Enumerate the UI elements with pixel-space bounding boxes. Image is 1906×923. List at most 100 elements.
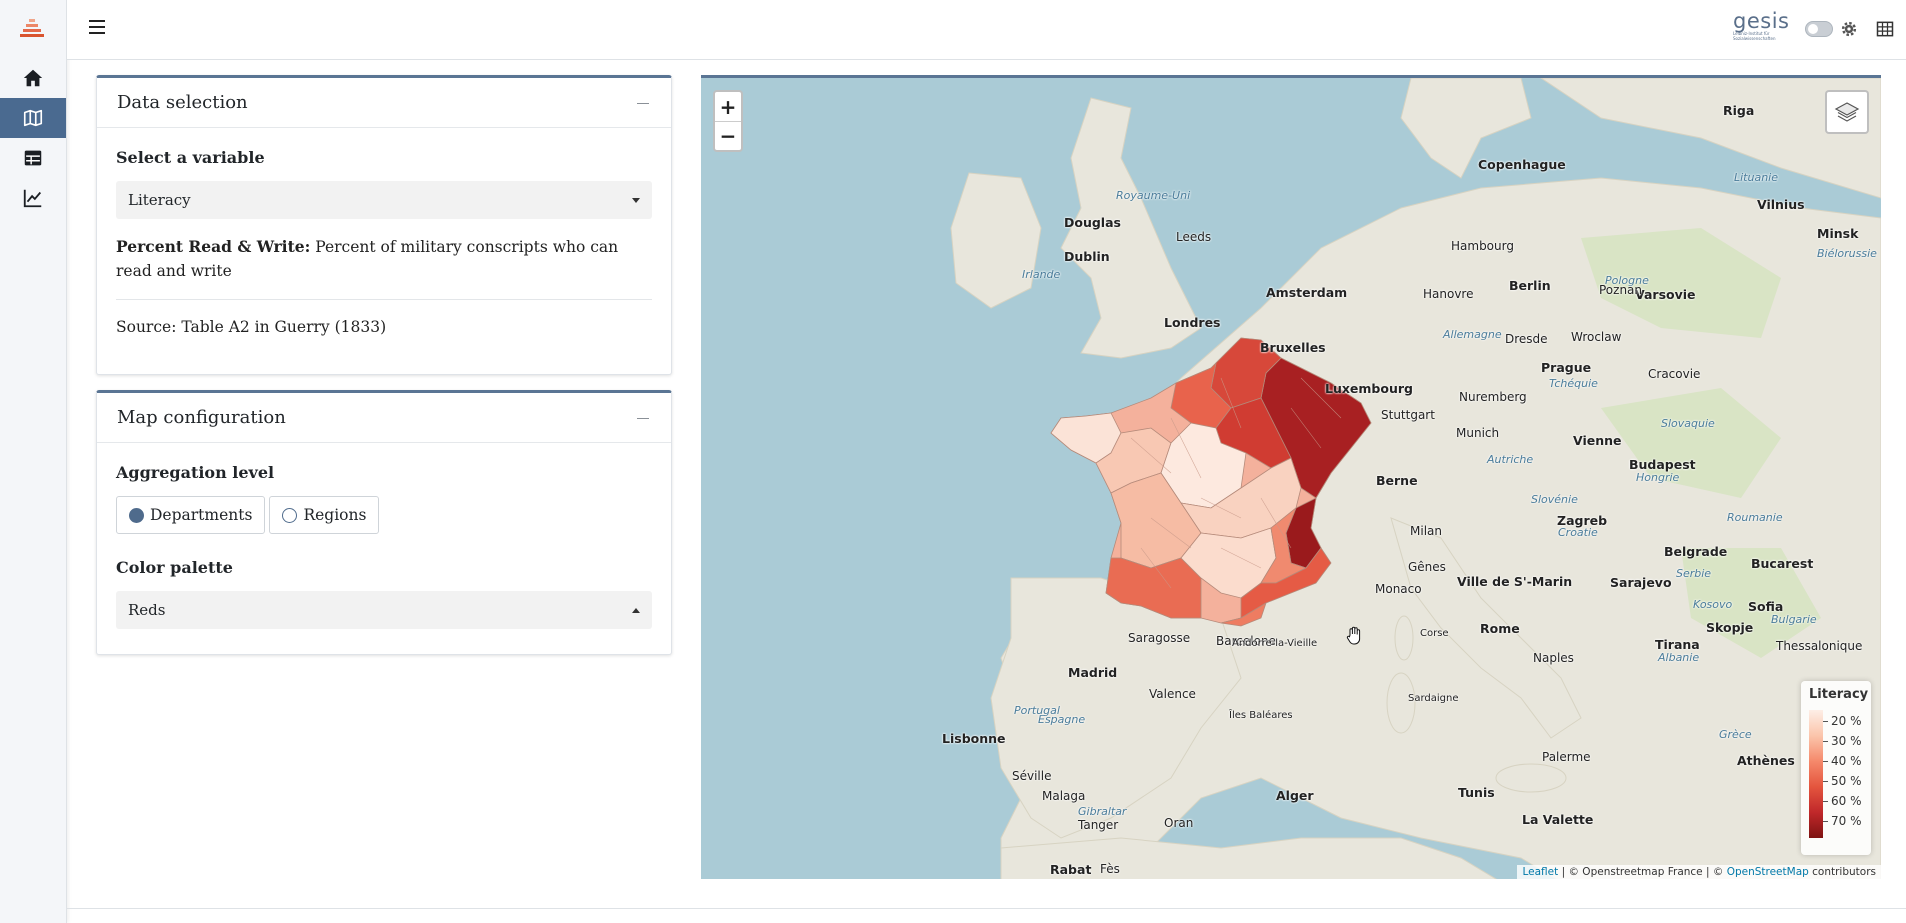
map-label-leeds: Leeds bbox=[1176, 230, 1212, 244]
map-label-tunis: Tunis bbox=[1458, 785, 1495, 800]
zoom-control: + − bbox=[713, 90, 743, 152]
map-label-la-valette: La Valette bbox=[1522, 812, 1594, 827]
legend-title: Literacy bbox=[1809, 687, 1869, 702]
map-label-autriche: Autriche bbox=[1487, 453, 1534, 466]
leaflet-link[interactable]: Leaflet bbox=[1522, 866, 1558, 878]
openstreetmap-link[interactable]: OpenStreetMap bbox=[1727, 866, 1809, 878]
map-label-saint-marin: Ville de S'-Marin bbox=[1457, 574, 1573, 589]
card-header: Data selection bbox=[97, 78, 671, 128]
map-label-bulgarie: Bulgarie bbox=[1771, 613, 1817, 626]
map-label-luxembourg: Luxembourg bbox=[1325, 381, 1413, 396]
map-label-hanovre: Hanovre bbox=[1423, 287, 1474, 301]
grab-hand-cursor-icon bbox=[1346, 626, 1361, 645]
footer-divider bbox=[67, 908, 1906, 909]
gesis-logo-text: gesis bbox=[1733, 9, 1790, 33]
map-legend: Literacy 20 % 30 % 40 % 50 % 60 % 70 % bbox=[1801, 681, 1871, 855]
variable-select-value: Literacy bbox=[128, 191, 191, 209]
variable-label: Select a variable bbox=[116, 148, 265, 167]
map-label-hongrie: Hongrie bbox=[1636, 471, 1680, 484]
map-label-berlin: Berlin bbox=[1509, 278, 1551, 293]
map-label-bucarest: Bucarest bbox=[1751, 556, 1814, 571]
legend-label: 50 % bbox=[1823, 774, 1862, 788]
radio-departments[interactable]: Departments bbox=[116, 496, 266, 534]
map-label-lisbonne: Lisbonne bbox=[942, 731, 1006, 746]
map-label-croatie: Croatie bbox=[1558, 526, 1598, 539]
zoom-out-button[interactable]: − bbox=[715, 121, 741, 150]
map-background bbox=[950, 78, 1881, 879]
hamburger-menu-icon[interactable] bbox=[89, 20, 105, 36]
attribution-text: | © Openstreetmap France | © bbox=[1558, 866, 1727, 878]
caret-up-icon bbox=[632, 607, 640, 613]
radio-checked-icon bbox=[129, 507, 144, 523]
map-label-malaga: Malaga bbox=[1042, 789, 1086, 803]
attribution-contributors: contributors bbox=[1808, 866, 1876, 878]
sidebar-item-chart[interactable] bbox=[0, 178, 66, 218]
map-label-alger: Alger bbox=[1276, 788, 1314, 803]
map-label-cracovie: Cracovie bbox=[1648, 367, 1701, 381]
sidebar bbox=[0, 0, 67, 923]
collapse-minus-icon[interactable] bbox=[637, 96, 651, 110]
palette-label: Color palette bbox=[116, 558, 233, 577]
gear-icon[interactable] bbox=[1839, 19, 1859, 39]
map-label-madrid: Madrid bbox=[1068, 665, 1118, 680]
map-label-tchequie: Tchéquie bbox=[1549, 377, 1598, 390]
legend-label: 40 % bbox=[1823, 754, 1862, 768]
legend-label: 70 % bbox=[1823, 814, 1862, 828]
radio-label: Regions bbox=[303, 506, 367, 524]
map-label-milan: Milan bbox=[1410, 524, 1442, 538]
map-label-genes: Gênes bbox=[1408, 560, 1446, 574]
zoom-in-button[interactable]: + bbox=[715, 92, 741, 121]
radio-label: Departments bbox=[150, 506, 253, 524]
palette-select[interactable]: Reds bbox=[116, 591, 652, 629]
layers-button[interactable] bbox=[1825, 90, 1869, 134]
sidebar-item-home[interactable] bbox=[0, 58, 66, 98]
map-label-slovenie: Slovénie bbox=[1531, 493, 1578, 506]
collapse-minus-icon[interactable] bbox=[637, 411, 651, 425]
map-label-belgrade: Belgrade bbox=[1664, 544, 1728, 559]
gesis-logo: gesis Leibniz-Institut für Sozialwissens… bbox=[1733, 11, 1791, 47]
map-label-corse: Corse bbox=[1420, 628, 1449, 639]
map-label-irlande: Irlande bbox=[1022, 268, 1061, 281]
radio-regions[interactable]: Regions bbox=[269, 496, 380, 534]
map-label-wroclaw: Wroclaw bbox=[1571, 330, 1622, 344]
dark-mode-toggle[interactable] bbox=[1805, 21, 1833, 37]
map-label-bruxelles: Bruxelles bbox=[1260, 340, 1326, 355]
caret-down-icon bbox=[632, 197, 640, 203]
table-grid-icon[interactable] bbox=[1875, 19, 1895, 39]
map-label-valence: Valence bbox=[1149, 687, 1196, 701]
card-header: Map configuration bbox=[97, 393, 671, 443]
map-label-skopje: Skopje bbox=[1706, 620, 1754, 635]
map-label-andorre: Andorre-la-Vieille bbox=[1232, 638, 1318, 649]
variable-select[interactable]: Literacy bbox=[116, 181, 652, 219]
map-label-seville: Séville bbox=[1012, 769, 1052, 783]
map-label-sarajevo: Sarajevo bbox=[1610, 575, 1672, 590]
map-label-budapest: Budapest bbox=[1629, 457, 1696, 472]
sidebar-item-map[interactable] bbox=[0, 98, 66, 138]
sidebar-item-table[interactable] bbox=[0, 138, 66, 178]
map-label-athenes: Athènes bbox=[1737, 753, 1795, 768]
map-label-munich: Munich bbox=[1456, 426, 1500, 440]
variable-source: Source: Table A2 in Guerry (1833) bbox=[116, 318, 387, 336]
top-header: gesis Leibniz-Institut für Sozialwissens… bbox=[67, 0, 1906, 60]
map-label-berne: Berne bbox=[1376, 473, 1418, 488]
card-title: Data selection bbox=[117, 92, 248, 113]
map-label-fes: Fès bbox=[1100, 862, 1120, 876]
map-label-hamburg: Hambourg bbox=[1451, 239, 1514, 253]
map-label-thessalonique: Thessalonique bbox=[1776, 639, 1863, 653]
map-label-londres: Londres bbox=[1164, 315, 1221, 330]
map-label-rabat: Rabat bbox=[1050, 862, 1092, 877]
radio-unchecked-icon bbox=[282, 507, 298, 523]
aggregation-radio-group: Departments Regions bbox=[116, 496, 652, 534]
map-label-prague: Prague bbox=[1541, 360, 1592, 375]
map-label-douglas: Douglas bbox=[1064, 215, 1121, 230]
map-label-nuremberg: Nuremberg bbox=[1459, 390, 1527, 404]
map-label-naples: Naples bbox=[1533, 651, 1574, 665]
map-icon bbox=[23, 109, 43, 127]
card-title: Map configuration bbox=[117, 407, 286, 428]
layers-icon bbox=[1834, 102, 1860, 122]
map-label-rome: Rome bbox=[1480, 621, 1520, 636]
leaflet-map[interactable]: Copenhague Douglas Dublin Leeds Amsterda… bbox=[701, 75, 1881, 879]
legend-label: 20 % bbox=[1823, 714, 1862, 728]
map-label-vilnius: Vilnius bbox=[1757, 197, 1805, 212]
map-label-portugal: Portugal bbox=[1014, 704, 1060, 717]
